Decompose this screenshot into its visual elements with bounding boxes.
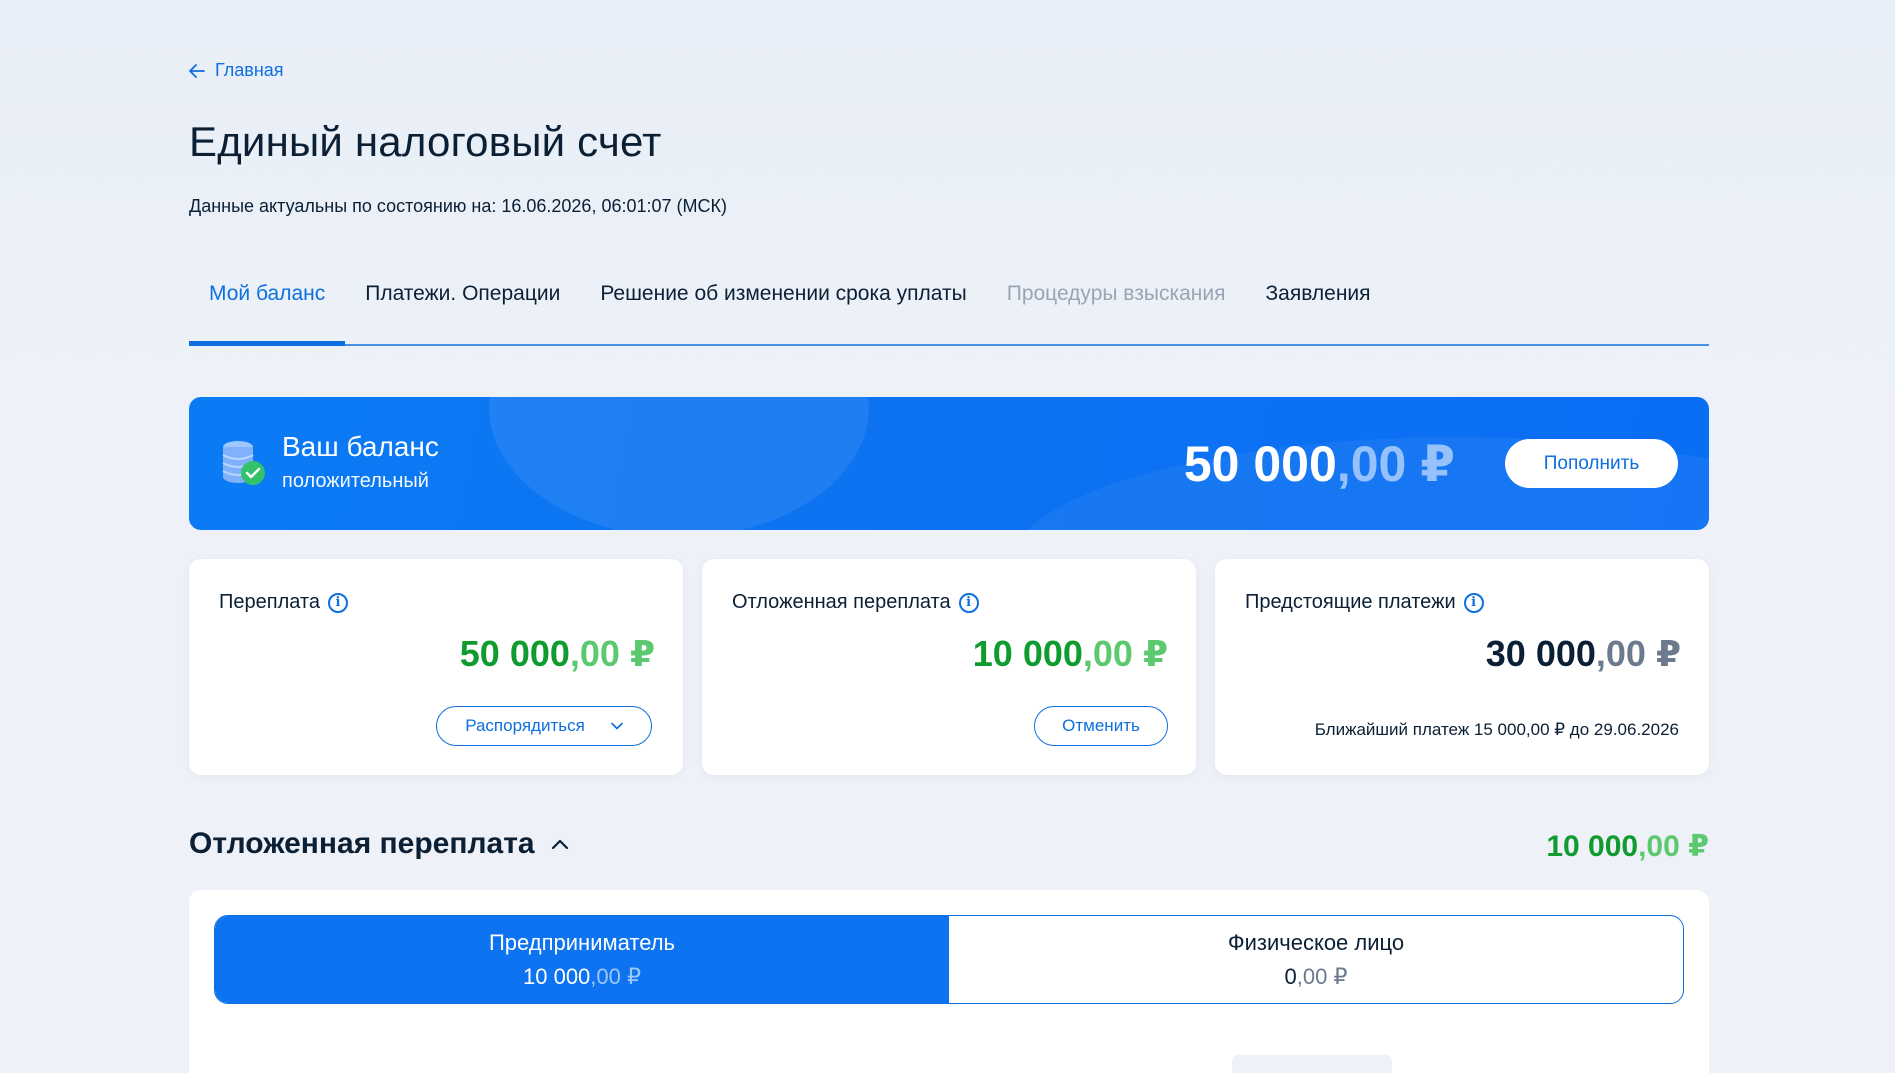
chevron-down-icon — [611, 722, 623, 730]
deferred-title-label: Отложенная переплата — [732, 591, 951, 613]
upcoming-title: Предстоящие платежи i — [1245, 591, 1484, 614]
dispose-button-label: Распорядиться — [465, 716, 585, 735]
section-amount-frac: ,00 ₽ — [1638, 830, 1709, 863]
section-amount-int: 10 000 — [1546, 830, 1639, 863]
data-actual-timestamp: Данные актуальны по состоянию на: 16.06.… — [189, 196, 727, 216]
overpayment-amount-frac: ,00 ₽ — [569, 633, 655, 674]
back-link[interactable]: Главная — [189, 60, 284, 81]
upcoming-title-label: Предстоящие платежи — [1245, 591, 1456, 613]
segment-value-frac: ,00 ₽ — [1296, 963, 1348, 989]
tab-applications[interactable]: Заявления — [1245, 276, 1390, 344]
loading-placeholder — [1232, 1055, 1392, 1073]
deferred-amount-int: 10 000 — [972, 633, 1083, 674]
upcoming-payments-card: Предстоящие платежи i 30 000,00 ₽ Ближай… — [1215, 559, 1709, 775]
info-icon[interactable]: i — [1463, 592, 1484, 613]
info-icon[interactable]: i — [328, 592, 348, 613]
info-icon[interactable]: i — [958, 592, 979, 613]
overpayment-amount: 50 000,00 ₽ — [460, 633, 655, 675]
banner-decoration — [489, 397, 869, 530]
segment-individual[interactable]: Физическое лицо 0,00 ₽ — [949, 916, 1683, 1003]
balance-status: положительный — [282, 470, 429, 492]
tab-my-balance[interactable]: Мой баланс — [189, 276, 346, 346]
tabs-bar: Мой баланс Платежи. Операции Решение об … — [189, 276, 1709, 346]
balance-amount-frac: ,00 ₽ — [1336, 436, 1455, 492]
segment-value: 0,00 ₽ — [1285, 964, 1348, 990]
upcoming-amount: 30 000,00 ₽ — [1486, 633, 1681, 675]
topup-button[interactable]: Пополнить — [1505, 439, 1678, 488]
next-payment-text: Ближайший платеж 15 000,00 ₽ до 29.06.20… — [1314, 720, 1679, 739]
arrow-left-icon — [189, 63, 205, 78]
tab-recovery-procedures: Процедуры взыскания — [1006, 282, 1226, 305]
balance-title: Ваш баланс — [282, 431, 439, 462]
segment-entrepreneur[interactable]: Предприниматель 10 000,00 ₽ — [215, 916, 949, 1003]
segment-label: Предприниматель — [488, 929, 676, 955]
overpayment-amount-int: 50 000 — [459, 633, 570, 674]
cancel-button[interactable]: Отменить — [1034, 706, 1168, 746]
overpayment-title: Переплата i — [219, 591, 348, 614]
deferred-section-toggle[interactable]: Отложенная переплата — [189, 827, 569, 861]
segment-value: 10 000,00 ₽ — [523, 964, 641, 990]
taxpayer-type-switch: Предприниматель 10 000,00 ₽ Физическое л… — [214, 915, 1684, 1004]
segment-value-frac: ,00 ₽ — [590, 963, 641, 989]
deferred-overpayment-card: Отложенная переплата i 10 000,00 ₽ Отмен… — [702, 559, 1196, 775]
deferred-amount-frac: ,00 ₽ — [1082, 633, 1168, 674]
tab-payment-deadline-decision[interactable]: Решение об изменении срока уплаты — [580, 276, 986, 344]
dispose-button[interactable]: Распорядиться — [436, 706, 652, 746]
segment-value-int: 0 — [1284, 963, 1297, 989]
deferred-panel: Предприниматель 10 000,00 ₽ Физическое л… — [189, 890, 1709, 1073]
chevron-up-icon — [551, 839, 568, 850]
overpayment-title-label: Переплата — [219, 591, 320, 613]
deferred-title: Отложенная переплата i — [732, 591, 979, 614]
page-title: Единый налоговый счет — [189, 118, 662, 165]
deferred-amount: 10 000,00 ₽ — [973, 633, 1168, 675]
overpayment-card: Переплата i 50 000,00 ₽ Распорядиться — [189, 559, 683, 775]
segment-value-int: 10 000 — [523, 963, 591, 989]
balance-amount: 50 000,00 ₽ — [1184, 435, 1455, 493]
back-link-label: Главная — [215, 60, 284, 80]
tab-payments-operations[interactable]: Платежи. Операции — [345, 276, 580, 344]
section-title: Отложенная переплата — [189, 827, 535, 860]
upcoming-amount-frac: ,00 ₽ — [1595, 633, 1681, 674]
coins-check-icon — [222, 441, 265, 485]
balance-banner: Ваш баланс положительный 50 000,00 ₽ Поп… — [189, 397, 1709, 530]
upcoming-amount-int: 30 000 — [1485, 633, 1596, 674]
balance-amount-int: 50 000 — [1183, 436, 1337, 492]
segment-label: Физическое лицо — [1227, 929, 1405, 955]
section-amount: 10 000,00 ₽ — [1546, 829, 1709, 864]
